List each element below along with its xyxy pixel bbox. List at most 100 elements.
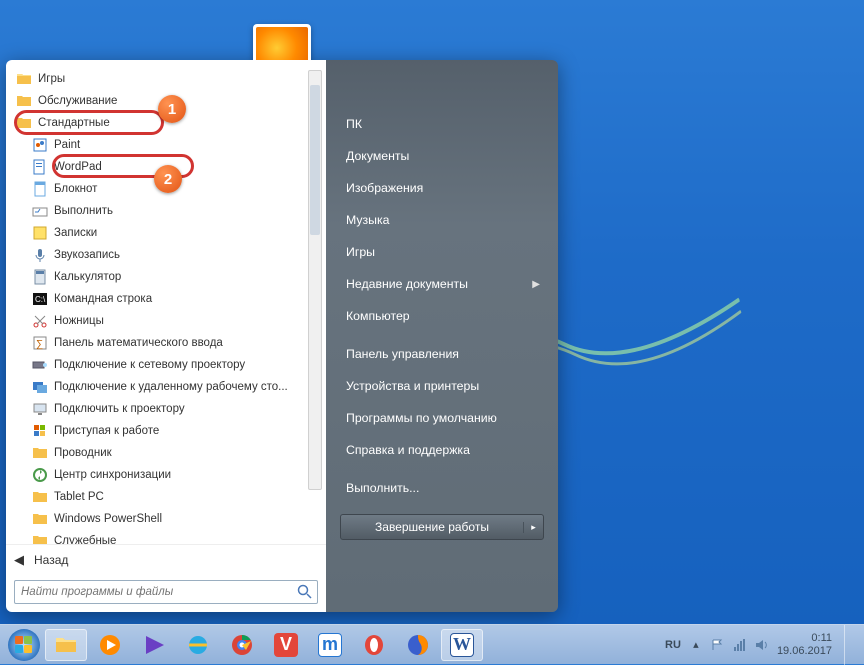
program-explorer[interactable]: Проводник: [12, 442, 324, 464]
wordpad-icon: [32, 159, 48, 175]
program-math-input[interactable]: ∑ Панель математического ввода: [12, 332, 324, 354]
label: Paint: [54, 139, 80, 151]
program-folder-games[interactable]: Игры: [12, 68, 324, 90]
program-getting-started[interactable]: Приступая к работе: [12, 420, 324, 442]
tray-network-icon[interactable]: [733, 638, 747, 652]
program-folder-system[interactable]: Служебные: [12, 530, 324, 544]
label: Проводник: [54, 447, 112, 459]
label: Обслуживание: [38, 95, 117, 107]
taskbar-firefox[interactable]: [397, 629, 439, 661]
program-cmd[interactable]: C:\ Командная строка: [12, 288, 324, 310]
taskbar-purple-player[interactable]: [133, 629, 175, 661]
start-button[interactable]: [4, 625, 44, 665]
program-projector[interactable]: Подключить к проектору: [12, 398, 324, 420]
show-desktop-button[interactable]: [844, 625, 854, 665]
tray-up-icon[interactable]: ▴: [689, 638, 703, 652]
label: Калькулятор: [54, 271, 121, 283]
shutdown-options-dropdown[interactable]: ▸: [523, 522, 543, 533]
taskbar-word[interactable]: W: [441, 629, 483, 661]
label: Программы по умолчанию: [346, 411, 497, 425]
label: Изображения: [346, 181, 423, 195]
shutdown-button[interactable]: Завершение работы ▸: [340, 514, 544, 540]
right-item-control-panel[interactable]: Панель управления: [340, 338, 544, 370]
program-sound-recorder[interactable]: Звукозапись: [12, 244, 324, 266]
start-menu-right-panel: ПК Документы Изображения Музыка Игры Нед…: [326, 60, 558, 612]
program-sticky-notes[interactable]: Записки: [12, 222, 324, 244]
program-snipping-tool[interactable]: Ножницы: [12, 310, 324, 332]
program-calculator[interactable]: Калькулятор: [12, 266, 324, 288]
taskbar-media-player[interactable]: [89, 629, 131, 661]
label: Windows PowerShell: [54, 513, 162, 525]
label: Командная строка: [54, 293, 152, 305]
program-wordpad[interactable]: WordPad: [12, 156, 324, 178]
label: Подключение к сетевому проектору: [54, 359, 245, 371]
start-menu: Игры Обслуживание Стандартные Paint Word…: [6, 60, 558, 612]
sync-icon: [32, 467, 48, 483]
scrollbar[interactable]: [308, 70, 322, 490]
display-icon: [32, 401, 48, 417]
language-indicator[interactable]: RU: [665, 639, 681, 651]
flag-icon: [32, 423, 48, 439]
tray-clock[interactable]: 0:11 19.06.2017: [777, 632, 832, 657]
program-folder-tabletpc[interactable]: Tablet PC: [12, 486, 324, 508]
label: Служебные: [54, 535, 116, 544]
svg-text:C:\: C:\: [35, 295, 46, 304]
label: Панель математического ввода: [54, 337, 223, 349]
label: Документы: [346, 149, 409, 163]
right-item-devices[interactable]: Устройства и принтеры: [340, 370, 544, 402]
tray-volume-icon[interactable]: [755, 638, 769, 652]
shutdown-label: Завершение работы: [341, 520, 523, 534]
folder-icon: [16, 71, 32, 87]
label: ПК: [346, 117, 362, 131]
folder-icon: [32, 445, 48, 461]
label: Tablet PC: [54, 491, 104, 503]
taskbar-chrome[interactable]: [221, 629, 263, 661]
scrollbar-thumb[interactable]: [310, 85, 320, 235]
label: Стандартные: [38, 117, 110, 129]
notepad-icon: [32, 181, 48, 197]
label: Блокнот: [54, 183, 97, 195]
svg-text:∑: ∑: [36, 339, 43, 350]
program-sync-center[interactable]: Центр синхронизации: [12, 464, 324, 486]
taskbar-opera[interactable]: [353, 629, 395, 661]
program-folder-powershell[interactable]: Windows PowerShell: [12, 508, 324, 530]
right-item-computer[interactable]: Компьютер: [340, 300, 544, 332]
all-programs-list[interactable]: Игры Обслуживание Стандартные Paint Word…: [6, 60, 326, 544]
label: Игры: [38, 73, 65, 85]
taskbar-ie[interactable]: [177, 629, 219, 661]
right-item-music[interactable]: Музыка: [340, 204, 544, 236]
program-folder-maintenance[interactable]: Обслуживание: [12, 90, 324, 112]
right-item-games[interactable]: Игры: [340, 236, 544, 268]
right-item-run[interactable]: Выполнить...: [340, 472, 544, 504]
right-item-default-programs[interactable]: Программы по умолчанию: [340, 402, 544, 434]
program-network-projector[interactable]: Подключение к сетевому проектору: [12, 354, 324, 376]
tray-flag-icon[interactable]: [711, 638, 725, 652]
program-folder-accessories[interactable]: Стандартные: [12, 112, 324, 134]
sticky-notes-icon: [32, 225, 48, 241]
taskbar-maxthon[interactable]: m: [309, 629, 351, 661]
folder-icon: [32, 533, 48, 544]
folder-icon: [16, 115, 32, 131]
label: Звукозапись: [54, 249, 120, 261]
right-item-pc[interactable]: ПК: [340, 108, 544, 140]
right-item-documents[interactable]: Документы: [340, 140, 544, 172]
program-run[interactable]: Выполнить: [12, 200, 324, 222]
program-remote-desktop[interactable]: Подключение к удаленному рабочему сто...: [12, 376, 324, 398]
back-button[interactable]: ◀ Назад: [6, 544, 326, 574]
right-item-recent-documents[interactable]: Недавние документы▶: [340, 268, 544, 300]
cmd-icon: C:\: [32, 291, 48, 307]
right-item-help[interactable]: Справка и поддержка: [340, 434, 544, 466]
label: Подключить к проектору: [54, 403, 185, 415]
program-paint[interactable]: Paint: [12, 134, 324, 156]
label: Приступая к работе: [54, 425, 159, 437]
search-icon: [297, 584, 313, 600]
taskbar-vivaldi[interactable]: V: [265, 629, 307, 661]
microphone-icon: [32, 247, 48, 263]
search-input[interactable]: [14, 580, 318, 604]
math-icon: ∑: [32, 335, 48, 351]
right-item-pictures[interactable]: Изображения: [340, 172, 544, 204]
taskbar-explorer[interactable]: [45, 629, 87, 661]
program-notepad[interactable]: Блокнот: [12, 178, 324, 200]
label: Игры: [346, 245, 375, 259]
label: Записки: [54, 227, 97, 239]
